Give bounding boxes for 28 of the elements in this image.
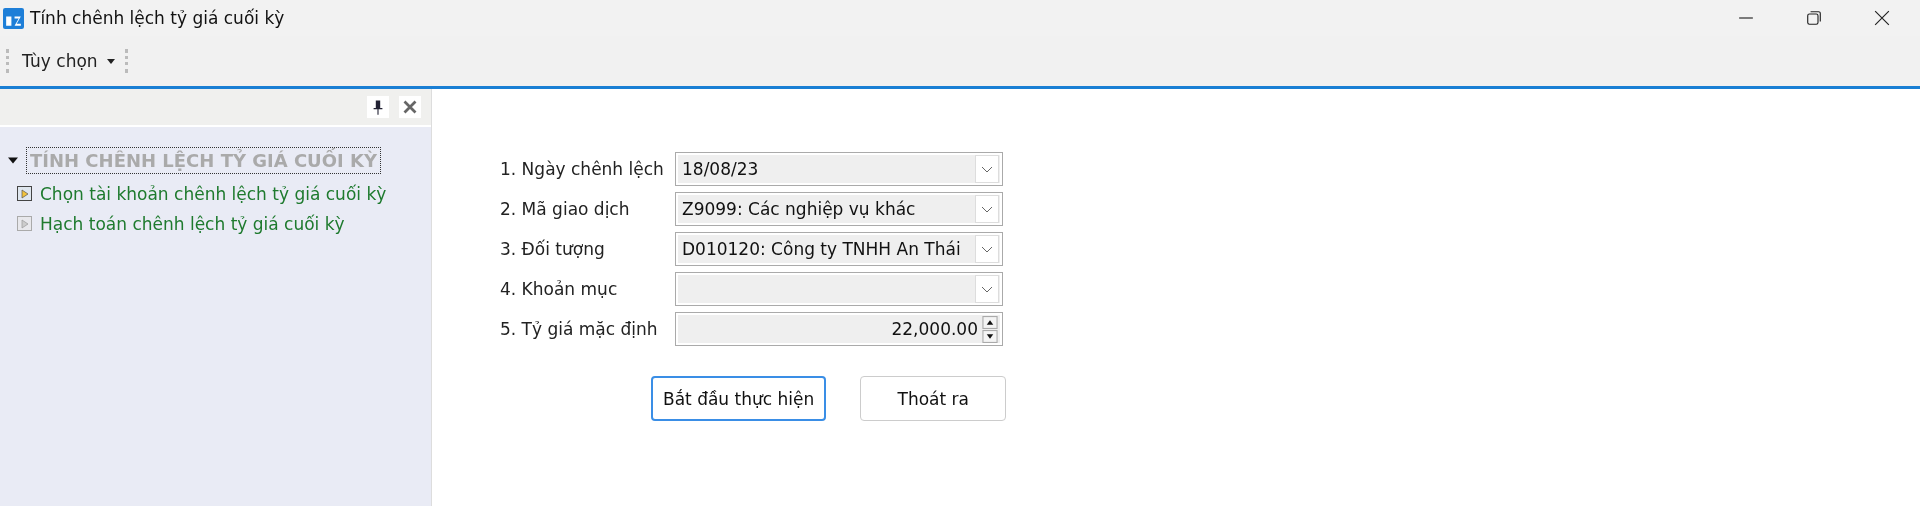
field-label: 1. Ngày chênh lệch xyxy=(500,159,665,179)
field-label: 5. Tỷ giá mặc định xyxy=(500,319,659,339)
field-label: 3. Đối tượng xyxy=(500,239,606,259)
dropdown-field[interactable]: Z9099: Các nghiệp vụ khác xyxy=(675,192,1003,226)
field-label: 2. Mã giao dịch xyxy=(500,199,631,219)
dropdown-field[interactable]: D010120: Công ty TNHH An Thái xyxy=(675,232,1003,266)
app-logo-icon xyxy=(3,7,24,29)
close-icon[interactable] xyxy=(1874,10,1890,26)
options-menu[interactable]: Tùy chọn xyxy=(18,51,119,71)
caret-icon xyxy=(106,58,115,64)
chevron-down-icon xyxy=(981,285,993,293)
chevron-down-icon xyxy=(981,245,993,253)
start-button[interactable]: Bắt đầu thực hiện xyxy=(651,376,827,421)
window-title: Tính chênh lệch tỷ giá cuối kỳ xyxy=(30,8,285,28)
chevron-down-icon xyxy=(981,205,993,213)
tree-item[interactable]: Chọn tài khoản chênh lệch tỷ giá cuối kỳ xyxy=(40,184,387,204)
spin-up-icon[interactable] xyxy=(981,315,999,329)
dropdown-field[interactable] xyxy=(675,272,1003,306)
spin-down-icon[interactable] xyxy=(981,329,999,343)
restore-icon[interactable] xyxy=(1806,10,1822,26)
field-label: 4. Khoản mục xyxy=(500,279,619,299)
chevron-down-icon xyxy=(981,165,993,173)
pin-icon[interactable] xyxy=(367,96,389,118)
expand-arrow-icon[interactable] xyxy=(8,157,18,164)
close-icon[interactable] xyxy=(399,96,421,118)
dropdown-field[interactable]: 18/08/23 xyxy=(675,152,1003,186)
exit-button[interactable]: Thoát ra xyxy=(860,376,1007,421)
number-field[interactable]: 22,000.00 xyxy=(675,312,1003,346)
